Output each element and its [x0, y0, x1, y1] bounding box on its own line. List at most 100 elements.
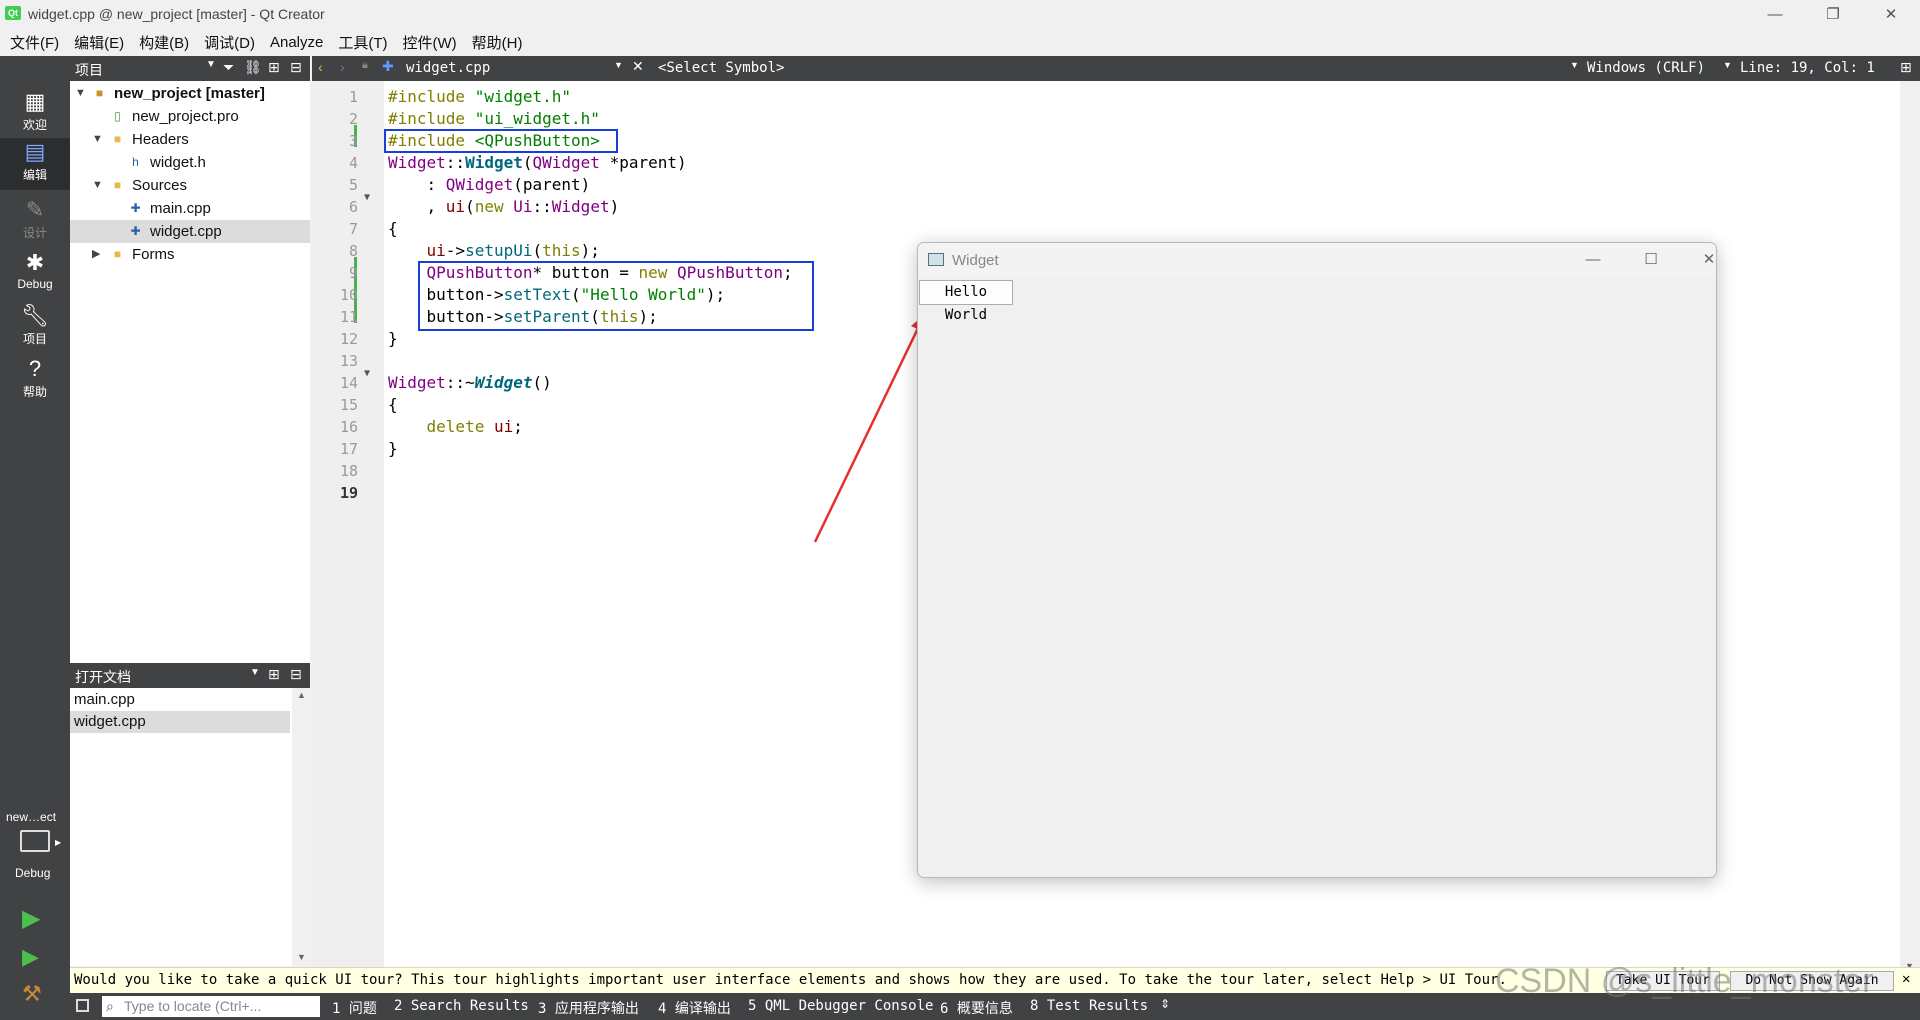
hello-world-button[interactable]: Hello World	[919, 280, 1013, 323]
pane-tab-qml-debugger[interactable]: 5 QML Debugger Console	[748, 998, 933, 1014]
tree-item-headers[interactable]: ▼ ■ Headers	[70, 128, 310, 151]
code-token: )	[677, 153, 687, 172]
line-number: 7	[348, 220, 358, 238]
tree-item-pro-file[interactable]: ▯ new_project.pro	[70, 105, 310, 128]
maximize-button[interactable]: ☐	[1626, 247, 1676, 273]
minimize-button[interactable]: —	[1568, 247, 1618, 273]
tree-item-widget-h[interactable]: h widget.h	[70, 151, 310, 174]
mode-debug[interactable]: ✱ Debug	[0, 249, 70, 301]
code-token: (	[532, 241, 543, 260]
line-ending-selector[interactable]: Windows (CRLF)	[1587, 60, 1705, 76]
mode-edit[interactable]: ▤ 编辑	[0, 138, 70, 190]
close-pane-icon[interactable]: ⊟	[290, 666, 302, 683]
chevron-down-icon[interactable]: ▼	[1723, 60, 1732, 70]
chevron-down-icon[interactable]: ▼	[92, 128, 103, 151]
monitor-icon[interactable]	[20, 830, 50, 852]
menu-tools[interactable]: 工具(T)	[332, 32, 393, 53]
widget-window-title: Widget	[952, 252, 999, 269]
pane-tab-application-output[interactable]: 3 应用程序输出	[538, 998, 639, 1018]
chevron-down-icon[interactable]: ▼	[250, 667, 260, 678]
mode-projects[interactable]: 🔧︎ 项目	[0, 302, 70, 354]
code-token: (	[522, 153, 533, 172]
mode-label: 欢迎	[22, 118, 47, 132]
split-icon[interactable]: ⊞	[268, 59, 280, 76]
tree-item-label: Headers	[132, 131, 189, 148]
cursor-position[interactable]: Line: 19, Col: 1	[1740, 60, 1875, 76]
run-icon[interactable]: ▶	[22, 904, 40, 933]
tree-item-main-cpp[interactable]: ✚ main.cpp	[70, 197, 310, 220]
close-document-icon[interactable]: ✕	[632, 58, 644, 75]
mode-welcome[interactable]: ▦ 欢迎	[0, 88, 70, 140]
tree-item-widget-cpp[interactable]: ✚ widget.cpp	[70, 220, 310, 243]
close-button[interactable]: ✕	[1684, 247, 1716, 273]
code-token: *	[599, 153, 620, 172]
editor-scrollbar[interactable]: ▼	[1900, 81, 1920, 971]
fold-marker-icon[interactable]: ▼	[364, 192, 370, 203]
chevron-updown-icon[interactable]: ⇕	[1160, 997, 1170, 1011]
mode-label: 帮助	[22, 385, 47, 399]
minimize-button[interactable]: —	[1746, 0, 1804, 29]
locator-input[interactable]: ⌕ Type to locate (Ctrl+...	[102, 996, 320, 1017]
restore-button[interactable]: ❐	[1804, 0, 1862, 29]
tree-item-forms[interactable]: ▶ ■ Forms	[70, 243, 310, 266]
code-token: "ui_widget.h"	[474, 109, 600, 128]
fold-marker-icon[interactable]: ▼	[364, 368, 370, 379]
pane-tab-general-messages[interactable]: 6 概要信息	[940, 998, 1013, 1018]
menu-debug[interactable]: 调试(D)	[198, 32, 261, 53]
code-token: ,	[388, 197, 446, 216]
scrollbar[interactable]: ▲ ▼	[292, 688, 310, 966]
symbol-selector[interactable]: <Select Symbol>	[658, 60, 784, 76]
close-button[interactable]: ✕	[1862, 0, 1920, 29]
close-infobar-icon[interactable]: ✕	[1902, 971, 1910, 987]
line-number: 16	[339, 418, 358, 436]
menu-help[interactable]: 帮助(H)	[466, 32, 529, 53]
open-documents-list: main.cpp widget.cpp ▲ ▼	[70, 688, 310, 966]
mode-help[interactable]: ? 帮助	[0, 355, 70, 407]
line-number-gutter: 1 2 3 4 5 6 7 8 9 10 11 12 13 14 15 16 1…	[312, 81, 384, 967]
toggle-sidebar-icon[interactable]	[76, 999, 89, 1012]
pane-tab-issues[interactable]: 1 问题	[332, 998, 377, 1018]
tree-item-project[interactable]: ▼ ■ new_project [master]	[70, 82, 310, 105]
menu-file[interactable]: 文件(F)	[4, 32, 65, 53]
menu-widgets[interactable]: 控件(W)	[397, 32, 463, 53]
filter-icon[interactable]: ⏷	[223, 59, 234, 76]
tree-item-label: new_project [master]	[114, 85, 265, 102]
code-line: #include "ui_widget.h"	[388, 108, 600, 130]
build-hammer-icon[interactable]: ⚒	[22, 981, 42, 1007]
document-name[interactable]: widget.cpp	[406, 60, 490, 76]
scroll-up-icon[interactable]: ▲	[297, 690, 306, 700]
forward-arrow-icon[interactable]: ›	[340, 59, 345, 75]
open-document-item[interactable]: widget.cpp	[70, 711, 290, 733]
locator-placeholder: Type to locate (Ctrl+...	[124, 998, 262, 1014]
debug-run-icon[interactable]: ▶	[22, 944, 39, 970]
project-pane-title: 项目	[75, 62, 103, 78]
split-icon[interactable]: ⊞	[268, 666, 280, 683]
chevron-right-icon[interactable]: ▶	[92, 243, 100, 266]
pane-tab-test-results[interactable]: 8 Test Results	[1030, 998, 1148, 1014]
chevron-down-icon[interactable]: ▼	[1570, 60, 1579, 70]
code-line: ui->setupUi(this);	[388, 240, 600, 262]
pane-tab-search-results[interactable]: 2 Search Results	[394, 998, 529, 1014]
mode-design[interactable]: ✎ 设计	[0, 196, 70, 248]
pane-tab-compile-output[interactable]: 4 编译输出	[658, 998, 731, 1018]
scroll-down-icon[interactable]: ▼	[297, 952, 306, 962]
line-number: 4	[348, 154, 358, 172]
line-number-current: 19	[339, 484, 358, 502]
chevron-down-icon[interactable]: ▼	[75, 82, 86, 105]
chevron-down-icon[interactable]: ▼	[206, 59, 216, 70]
close-pane-icon[interactable]: ⊟	[290, 59, 302, 76]
folder-icon: ■	[113, 132, 122, 146]
code-token: ui	[426, 241, 446, 260]
chevron-down-icon[interactable]: ▼	[92, 174, 103, 197]
split-icon[interactable]: ⊞	[1900, 59, 1912, 76]
back-arrow-icon[interactable]: ‹	[318, 59, 323, 75]
menu-analyze[interactable]: Analyze	[264, 34, 329, 51]
kit-selector-arrow-icon[interactable]: ▶	[55, 838, 61, 847]
chevron-down-icon[interactable]: ▼	[614, 60, 623, 70]
menu-build[interactable]: 构建(B)	[133, 32, 195, 53]
menu-edit[interactable]: 编辑(E)	[68, 32, 130, 53]
tree-item-sources[interactable]: ▼ ■ Sources	[70, 174, 310, 197]
link-icon[interactable]: ⛓	[244, 59, 262, 76]
open-document-item[interactable]: main.cpp	[70, 689, 290, 711]
